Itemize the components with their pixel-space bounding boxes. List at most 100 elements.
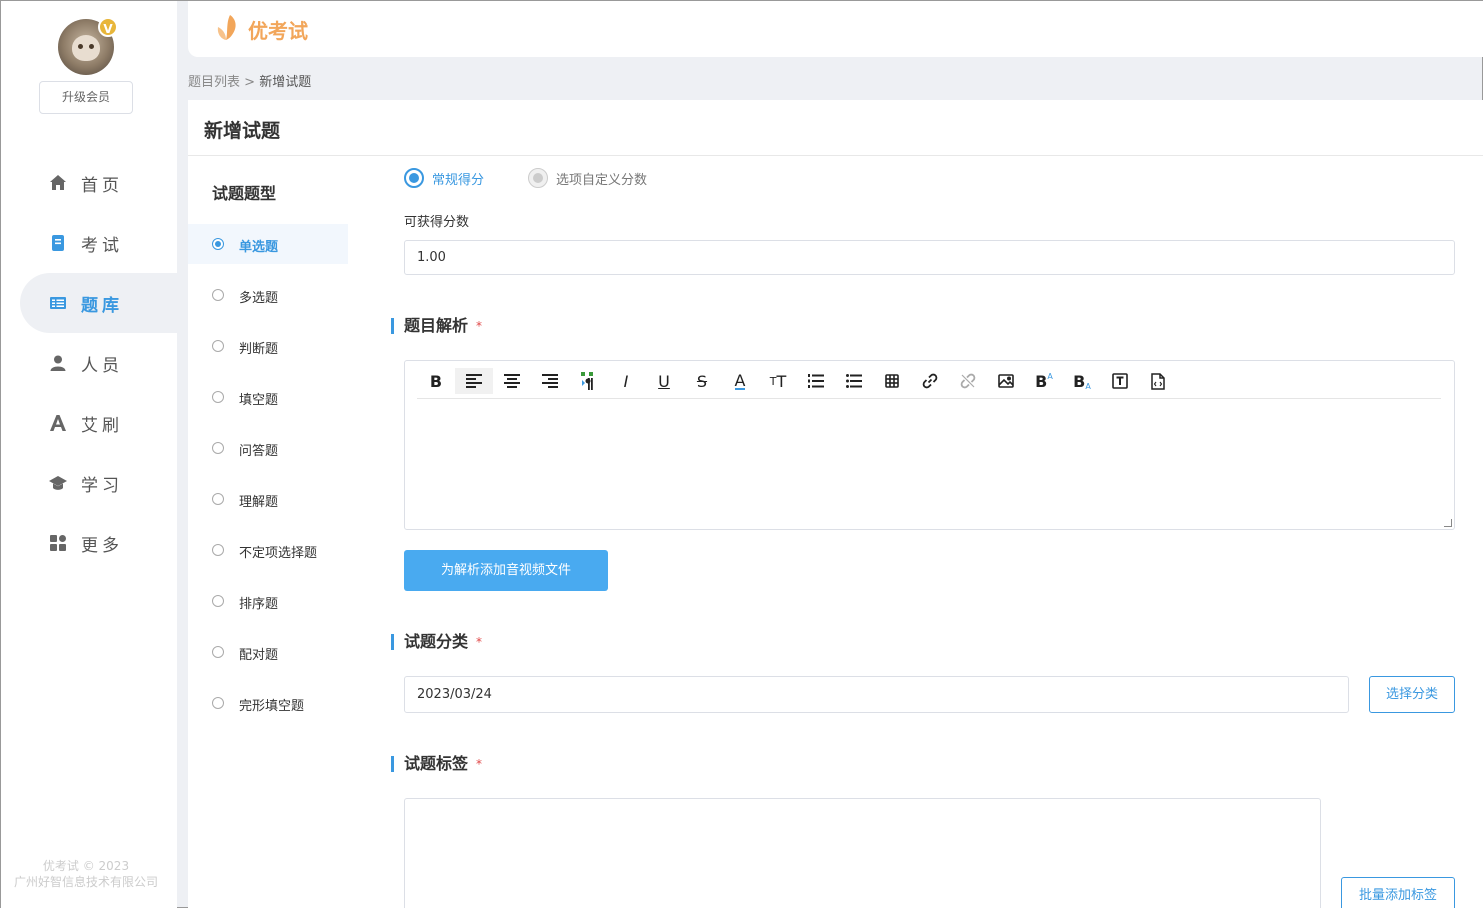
sidebar-nav: 首页 考试 题库 人员 艾刷 学习 更多 <box>1 153 177 573</box>
ordered-list-icon[interactable] <box>797 368 835 394</box>
radio <box>212 493 224 505</box>
required-mark: * <box>476 757 483 771</box>
question-bank-icon <box>49 294 67 312</box>
sidebar-item-label: 首页 <box>81 175 123 196</box>
cat-face <box>72 35 100 61</box>
radio <box>212 646 224 658</box>
question-type-label: 判断题 <box>239 342 279 357</box>
question-type-label: 配对题 <box>239 648 279 663</box>
logo-text: 优考试 <box>248 18 308 43</box>
image-icon[interactable] <box>987 368 1025 394</box>
font-a-icon <box>49 414 67 432</box>
align-center-icon[interactable] <box>493 368 531 394</box>
radio <box>212 289 224 301</box>
sidebar-item-exam[interactable]: 考试 <box>1 213 177 273</box>
breadcrumb-parent[interactable]: 题目列表 <box>188 75 240 90</box>
resize-handle[interactable] <box>1444 519 1452 527</box>
category-input[interactable]: 2023/03/24 <box>404 676 1349 713</box>
graduation-cap-icon <box>49 474 67 492</box>
batch-add-tags-button[interactable]: 批量添加标签 <box>1341 877 1455 908</box>
user-icon <box>49 354 67 372</box>
vip-badge: V <box>98 17 118 37</box>
editor-toolbar: B I U S A TT BA BA <box>417 367 1177 395</box>
breadcrumb-current: 新增试题 <box>259 75 312 90</box>
link-icon[interactable] <box>911 368 949 394</box>
superscript-icon[interactable]: BA <box>1025 368 1063 394</box>
tags-title-text: 试题标签 <box>404 754 469 773</box>
tags-textarea[interactable] <box>404 798 1321 908</box>
analysis-title-text: 题目解析 <box>404 316 469 335</box>
sidebar-item-home[interactable]: 首页 <box>1 153 177 213</box>
toolbar-divider <box>417 398 1441 399</box>
question-type-single-choice[interactable]: 单选题 <box>188 224 348 264</box>
scoring-normal-label[interactable]: 常规得分 <box>432 169 484 188</box>
radio <box>212 697 224 709</box>
subscript-icon[interactable]: BA <box>1063 368 1101 394</box>
question-type-ordering[interactable]: 排序题 <box>188 581 348 632</box>
upgrade-member-button[interactable]: 升级会员 <box>39 81 133 114</box>
logo[interactable]: 优考试 <box>216 13 308 45</box>
sidebar-item-label: 人员 <box>81 355 123 376</box>
home-icon <box>49 174 67 192</box>
scoring-custom-label[interactable]: 选项自定义分数 <box>556 169 647 188</box>
question-type-label: 不定项选择题 <box>239 546 318 561</box>
font-color-icon[interactable]: A <box>721 368 759 394</box>
sidebar-item-users[interactable]: 人员 <box>1 333 177 393</box>
scoring-mode-group: 常规得分 选项自定义分数 <box>404 168 647 188</box>
paragraph-format-icon[interactable] <box>569 368 607 394</box>
analysis-rich-editor[interactable]: B I U S A TT BA BA <box>404 360 1455 530</box>
radio-selected <box>212 238 224 250</box>
sidebar: V 升级会员 首页 考试 题库 人员 艾刷 学习 更多 优考试 © 2023 广… <box>1 1 177 908</box>
scoring-custom-radio[interactable] <box>528 168 549 188</box>
question-type-essay[interactable]: 问答题 <box>188 428 348 479</box>
unordered-list-icon[interactable] <box>835 368 873 394</box>
required-mark: * <box>476 319 483 333</box>
sidebar-item-label: 艾刷 <box>81 415 123 436</box>
question-type-label: 单选题 <box>239 240 279 255</box>
main-panel: 新增试题 试题题型 单选题 多选题 判断题 填空题 问答题 理解题 不定项选择题… <box>188 100 1483 908</box>
align-right-icon[interactable] <box>531 368 569 394</box>
divider <box>188 155 1483 156</box>
question-type-fill-blank[interactable]: 填空题 <box>188 377 348 428</box>
analysis-section-title: 题目解析 * <box>391 318 482 334</box>
apps-icon <box>49 534 67 552</box>
radio <box>212 544 224 556</box>
question-type-matching[interactable]: 配对题 <box>188 632 348 683</box>
radio <box>212 442 224 454</box>
score-input[interactable]: 1.00 <box>404 240 1455 275</box>
select-category-button[interactable]: 选择分类 <box>1369 676 1455 713</box>
radio <box>212 391 224 403</box>
sidebar-item-label: 考试 <box>81 235 123 256</box>
scoring-normal-radio[interactable] <box>404 168 424 188</box>
sidebar-item-aishua[interactable]: 艾刷 <box>1 393 177 453</box>
sidebar-item-label: 题库 <box>81 295 123 316</box>
logo-leaf-icon <box>217 15 236 40</box>
question-type-multiple-choice[interactable]: 多选题 <box>188 275 348 326</box>
sidebar-item-label: 学习 <box>81 475 123 496</box>
add-media-button[interactable]: 为解析添加音视频文件 <box>404 550 608 591</box>
breadcrumb: 题目列表 > 新增试题 <box>188 71 311 90</box>
question-type-list: 单选题 多选题 判断题 填空题 问答题 理解题 不定项选择题 排序题 配对题 完… <box>188 224 348 734</box>
sidebar-item-question-bank[interactable]: 题库 <box>20 273 177 333</box>
question-type-label: 完形填空题 <box>239 699 305 714</box>
font-size-icon[interactable]: TT <box>759 368 797 394</box>
source-code-icon[interactable] <box>1139 368 1177 394</box>
unlink-icon[interactable] <box>949 368 987 394</box>
question-type-comprehension[interactable]: 理解题 <box>188 479 348 530</box>
italic-icon[interactable]: I <box>607 368 645 394</box>
category-section-title: 试题分类 * <box>391 634 482 650</box>
text-box-icon[interactable] <box>1101 368 1139 394</box>
sidebar-item-study[interactable]: 学习 <box>1 453 177 513</box>
align-left-icon[interactable] <box>455 368 493 394</box>
table-icon[interactable] <box>873 368 911 394</box>
question-type-true-false[interactable]: 判断题 <box>188 326 348 377</box>
question-type-label: 填空题 <box>239 393 279 408</box>
footer-company: 广州好智信息技术有限公司 <box>13 875 158 889</box>
question-type-indefinite-choice[interactable]: 不定项选择题 <box>188 530 348 581</box>
sidebar-item-more[interactable]: 更多 <box>1 513 177 573</box>
question-type-cloze[interactable]: 完形填空题 <box>188 683 348 734</box>
underline-icon[interactable]: U <box>645 368 683 394</box>
strikethrough-icon[interactable]: S <box>683 368 721 394</box>
question-type-title: 试题题型 <box>212 184 277 203</box>
bold-icon[interactable]: B <box>417 368 455 394</box>
